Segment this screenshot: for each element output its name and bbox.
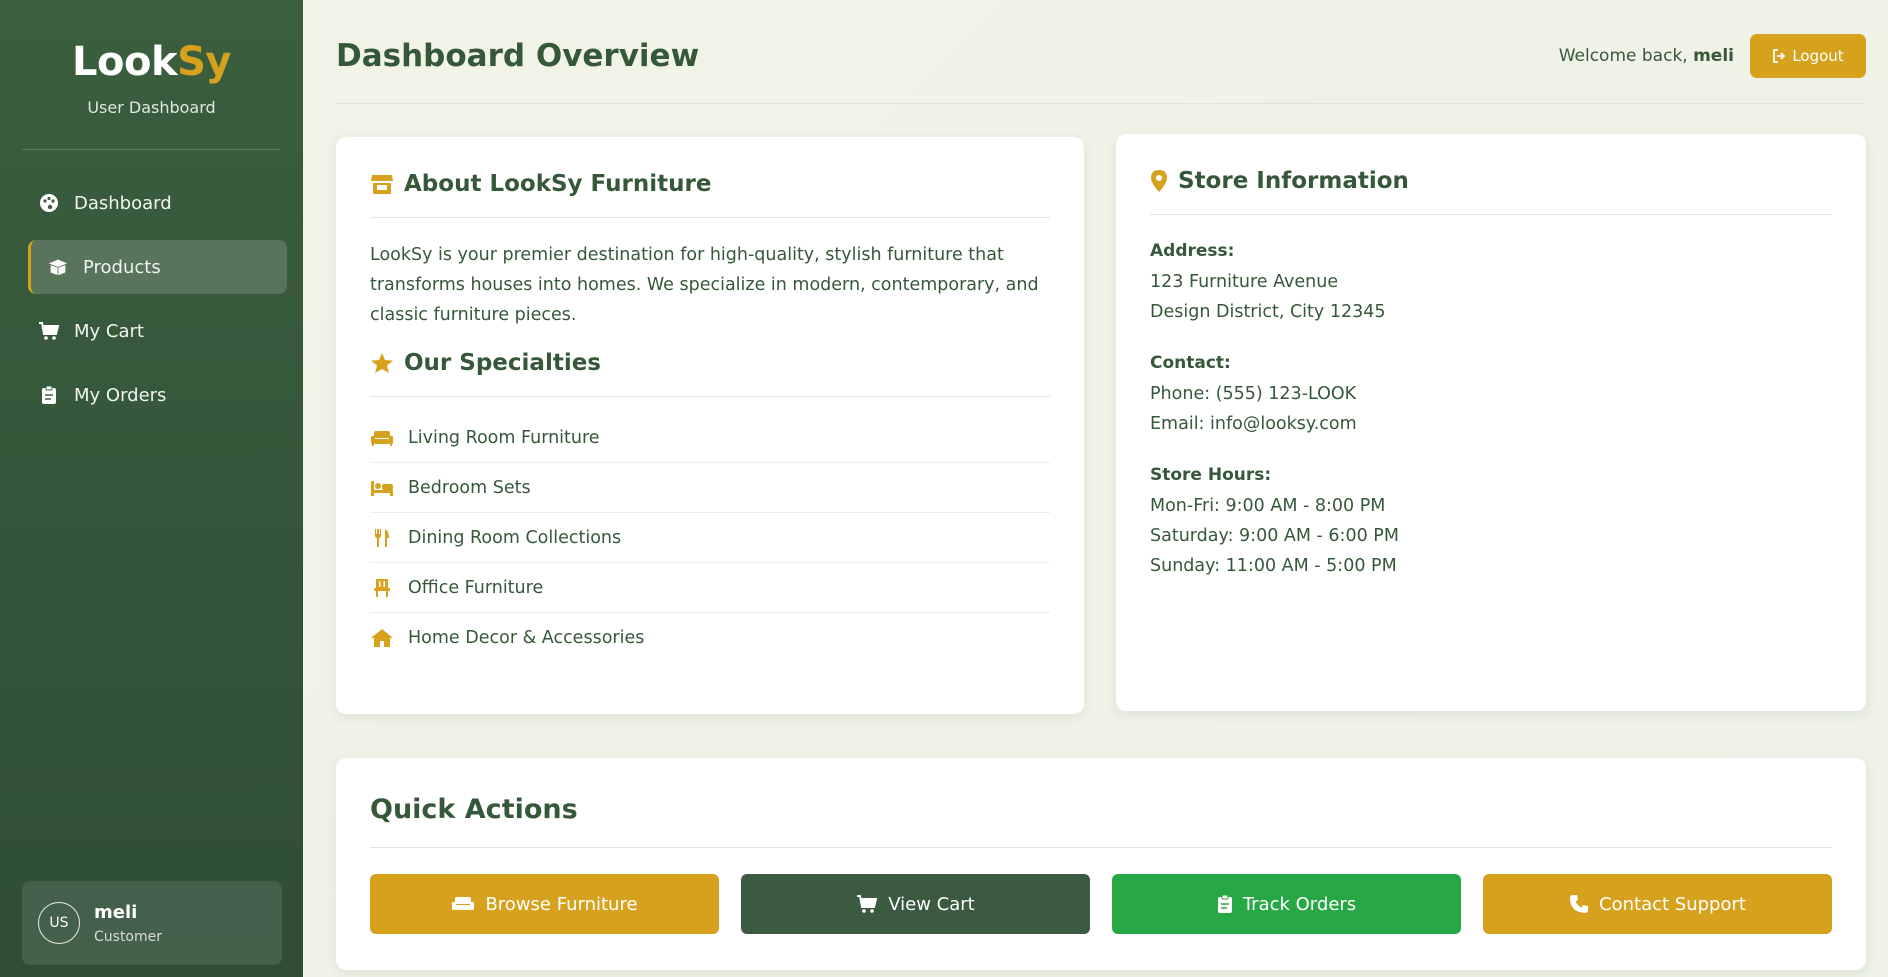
sidebar-nav: Dashboard Products My Cart My Orders — [0, 176, 303, 422]
button-label: Track Orders — [1242, 893, 1357, 915]
specialty-label: Bedroom Sets — [408, 477, 531, 498]
about-title-text: About LookSy Furniture — [404, 171, 712, 197]
button-label: View Cart — [888, 893, 975, 915]
cart-icon — [38, 320, 60, 342]
list-item: Bedroom Sets — [370, 463, 1050, 513]
sidebar-item-label: My Cart — [74, 320, 144, 342]
couch-icon — [370, 429, 394, 447]
address-block: Address: 123 Furniture Avenue Design Dis… — [1150, 241, 1832, 327]
logout-label: Logout — [1792, 46, 1844, 65]
couch-icon — [452, 897, 475, 910]
phone-icon — [1570, 895, 1589, 913]
welcome-message: Welcome back, meli — [1559, 46, 1734, 66]
welcome-prefix: Welcome back, — [1558, 45, 1694, 66]
about-title: About LookSy Furniture — [370, 171, 1050, 218]
main-content: Dashboard Overview Welcome back, meli Lo… — [336, 0, 1866, 970]
page-title: Dashboard Overview — [336, 37, 700, 74]
quick-actions-title: Quick Actions — [370, 794, 1832, 848]
user-profile-card[interactable]: US meli Customer — [22, 881, 282, 965]
clipboard-icon — [38, 384, 60, 406]
sidebar-item-label: Products — [83, 256, 161, 278]
button-label: Contact Support — [1599, 893, 1746, 915]
sidebar-item-dashboard[interactable]: Dashboard — [28, 176, 287, 230]
brand-logo[interactable]: LookSy — [0, 38, 303, 86]
hours-line: Mon-Fri: 9:00 AM - 8:00 PM — [1150, 496, 1386, 516]
specialty-label: Dining Room Collections — [408, 527, 622, 548]
store-info-card: Store Information Address: 123 Furniture… — [1116, 134, 1866, 711]
specialties-list: Living Room Furniture Bedroom Sets Dinin… — [370, 413, 1050, 663]
map-marker-icon — [1150, 169, 1168, 193]
address-line: 123 Furniture Avenue — [1150, 272, 1339, 292]
list-item: Living Room Furniture — [370, 413, 1050, 463]
bed-icon — [370, 479, 394, 497]
contact-block: Contact: Phone: (555) 123-LOOK Email: in… — [1150, 353, 1832, 439]
brand: LookSy User Dashboard — [0, 0, 303, 117]
specialties-title-text: Our Specialties — [404, 350, 601, 376]
sidebar: LookSy User Dashboard Dashboard Products… — [0, 0, 303, 977]
logout-button[interactable]: Logout — [1750, 33, 1866, 78]
email-line: Email: info@looksy.com — [1150, 414, 1357, 434]
chair-icon — [370, 578, 394, 598]
sidebar-item-my-orders[interactable]: My Orders — [28, 368, 287, 422]
palette-icon — [38, 192, 60, 214]
box-open-icon — [47, 256, 69, 278]
contact-label: Contact: — [1150, 353, 1231, 373]
store-icon — [370, 173, 394, 195]
cart-icon — [857, 895, 878, 913]
address-line: Design District, City 12345 — [1150, 302, 1386, 322]
brand-name-part2: Sy — [177, 39, 231, 85]
track-orders-button[interactable]: Track Orders — [1112, 874, 1461, 934]
phone-line: Phone: (555) 123-LOOK — [1150, 384, 1357, 404]
brand-name-part1: Look — [72, 39, 178, 85]
list-item: Home Decor & Accessories — [370, 613, 1050, 663]
hours-block: Store Hours: Mon-Fri: 9:00 AM - 8:00 PM … — [1150, 465, 1832, 581]
quick-actions-title-text: Quick Actions — [370, 794, 578, 825]
home-icon — [370, 628, 394, 648]
user-name: meli — [94, 901, 138, 923]
specialty-label: Living Room Furniture — [408, 427, 600, 448]
header-actions: Welcome back, meli Logout — [1559, 33, 1866, 78]
list-item: Office Furniture — [370, 563, 1050, 613]
avatar: US — [38, 902, 80, 944]
store-info-title: Store Information — [1150, 168, 1832, 215]
contact-support-button[interactable]: Contact Support — [1483, 874, 1832, 934]
sidebar-divider — [22, 149, 281, 150]
user-role: Customer — [94, 928, 163, 945]
browse-furniture-button[interactable]: Browse Furniture — [370, 874, 719, 934]
page-header: Dashboard Overview Welcome back, meli Lo… — [336, 0, 1866, 104]
about-card: About LookSy Furniture LookSy is your pr… — [336, 137, 1084, 714]
sidebar-item-my-cart[interactable]: My Cart — [28, 304, 287, 358]
welcome-username: meli — [1693, 45, 1734, 66]
list-item: Dining Room Collections — [370, 513, 1050, 563]
quick-actions-card: Quick Actions Browse Furniture View Cart… — [336, 758, 1866, 970]
store-info-title-text: Store Information — [1178, 168, 1409, 194]
address-label: Address: — [1150, 241, 1235, 261]
hours-line: Saturday: 9:00 AM - 6:00 PM — [1150, 526, 1399, 546]
button-label: Browse Furniture — [485, 893, 638, 915]
user-info: meli Customer — [94, 902, 162, 945]
specialty-label: Home Decor & Accessories — [408, 628, 645, 648]
sidebar-item-label: Dashboard — [74, 192, 172, 214]
view-cart-button[interactable]: View Cart — [741, 874, 1090, 934]
quick-actions-row: Browse Furniture View Cart Track Orders … — [370, 874, 1832, 934]
star-icon — [370, 352, 394, 374]
hours-label: Store Hours: — [1150, 465, 1272, 485]
clipboard-icon — [1217, 894, 1232, 913]
sidebar-item-label: My Orders — [74, 384, 167, 406]
specialties-title: Our Specialties — [370, 350, 1050, 397]
sign-out-icon — [1773, 48, 1786, 63]
brand-subtitle: User Dashboard — [87, 98, 216, 117]
hours-line: Sunday: 11:00 AM - 5:00 PM — [1150, 556, 1397, 576]
specialty-label: Office Furniture — [408, 577, 544, 598]
about-description: LookSy is your premier destination for h… — [370, 245, 1039, 325]
utensils-icon — [370, 528, 394, 548]
sidebar-item-products[interactable]: Products — [28, 240, 287, 294]
